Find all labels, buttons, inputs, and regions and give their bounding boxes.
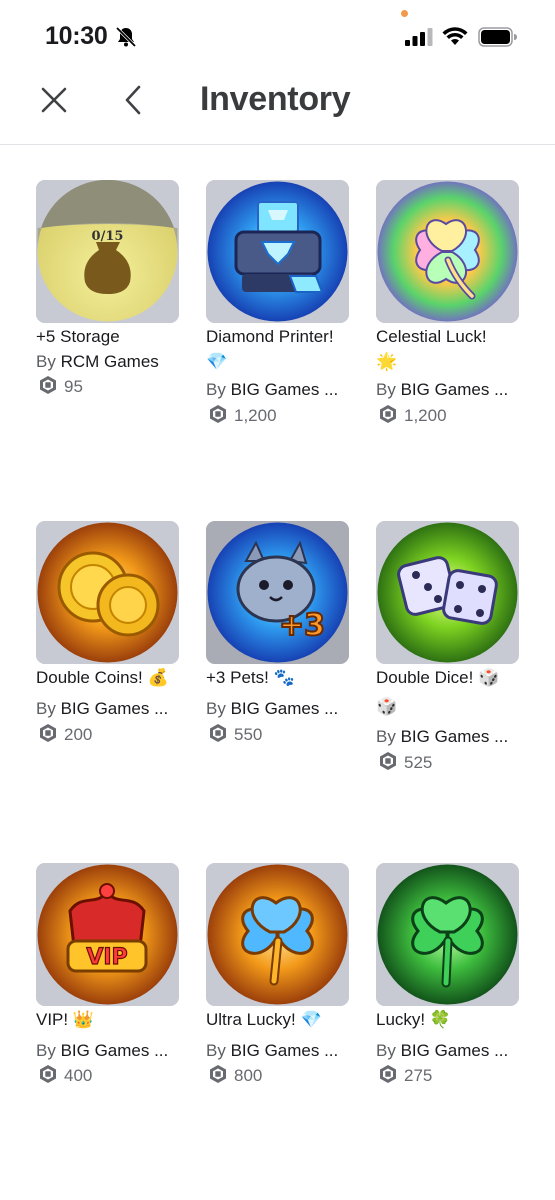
- status-time: 10:30: [45, 22, 108, 50]
- item-thumbnail-lucky[interactable]: [376, 863, 519, 1006]
- item-thumbnail-diamond-printer[interactable]: [206, 180, 349, 323]
- item-creator[interactable]: By RCM Games: [36, 348, 196, 376]
- bell-slash-icon: [115, 26, 137, 48]
- signal-icon: [405, 28, 433, 46]
- item-creator[interactable]: By BIG Games ...: [206, 376, 366, 404]
- item-thumbnail-celestial-luck[interactable]: [376, 180, 519, 323]
- item-price: 550: [208, 721, 262, 749]
- item-creator[interactable]: By BIG Games ...: [36, 695, 196, 723]
- item-name: Ultra Lucky! 💎: [206, 1010, 322, 1029]
- item-price: 525: [378, 749, 432, 777]
- item-name-emoji: 🎲: [376, 697, 398, 716]
- robux-icon: [378, 404, 398, 424]
- robux-icon: [208, 404, 228, 424]
- robux-icon: [38, 723, 58, 743]
- vip-badge-label: VIP: [86, 945, 127, 970]
- close-icon[interactable]: [36, 82, 72, 118]
- item-name-emoji: 🌟: [376, 352, 398, 371]
- item-name: Double Coins! 💰: [36, 668, 169, 687]
- wifi-icon: [442, 27, 468, 45]
- item-name: +5 Storage: [36, 327, 120, 346]
- item-price: 95: [38, 373, 83, 401]
- item-thumbnail-vip[interactable]: VIP: [36, 863, 179, 1006]
- item-creator[interactable]: By BIG Games ...: [206, 695, 366, 723]
- item-name: Double Dice! 🎲: [376, 668, 500, 687]
- item-creator[interactable]: By BIG Games ...: [206, 1037, 366, 1065]
- item-creator[interactable]: By BIG Games ...: [376, 723, 536, 751]
- item-price: 800: [208, 1062, 262, 1090]
- item-thumbnail-storage[interactable]: 0/15: [36, 180, 179, 323]
- item-price: 1,200: [378, 402, 447, 430]
- item-creator[interactable]: By BIG Games ...: [376, 1037, 536, 1065]
- privacy-indicator-dot: [401, 10, 408, 17]
- item-thumbnail-double-coins[interactable]: [36, 521, 179, 664]
- storage-counter-label: 0/15: [92, 229, 124, 244]
- item-thumbnail-pets[interactable]: +3: [206, 521, 349, 664]
- item-name: Diamond Printer!: [206, 327, 334, 346]
- item-thumbnail-double-dice[interactable]: [376, 521, 519, 664]
- robux-icon: [208, 1064, 228, 1084]
- item-name: Celestial Luck!: [376, 327, 487, 346]
- battery-icon: [478, 27, 517, 47]
- item-price: 1,200: [208, 402, 277, 430]
- robux-icon: [38, 1064, 58, 1084]
- status-bar: 10:30: [0, 0, 555, 70]
- item-price: 200: [38, 721, 92, 749]
- chevron-left-icon[interactable]: [116, 82, 152, 118]
- item-name-emoji: 💎: [206, 352, 228, 371]
- robux-icon: [378, 751, 398, 771]
- robux-icon: [378, 1064, 398, 1084]
- item-thumbnail-ultra-lucky[interactable]: [206, 863, 349, 1006]
- page-title: Inventory: [200, 80, 351, 118]
- robux-icon: [38, 375, 58, 395]
- pets-bonus-label: +3: [279, 608, 325, 643]
- item-price: 400: [38, 1062, 92, 1090]
- item-price: 275: [378, 1062, 432, 1090]
- item-creator[interactable]: By BIG Games ...: [36, 1037, 196, 1065]
- item-name: +3 Pets! 🐾: [206, 668, 295, 687]
- item-name: Lucky! 🍀: [376, 1010, 452, 1029]
- header: Inventory: [0, 70, 555, 145]
- item-name: VIP! 👑: [36, 1010, 95, 1029]
- robux-icon: [208, 723, 228, 743]
- item-creator[interactable]: By BIG Games ...: [376, 376, 536, 404]
